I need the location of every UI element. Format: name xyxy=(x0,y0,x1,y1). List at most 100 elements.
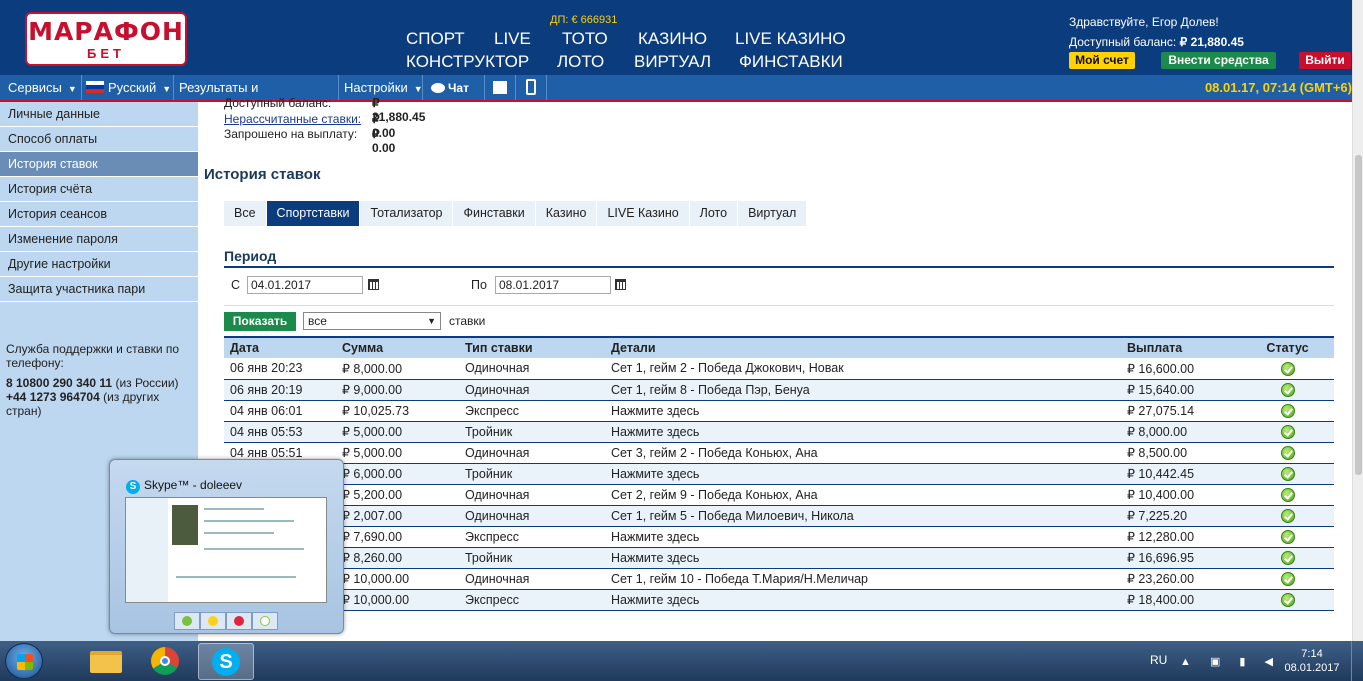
cell-details[interactable]: Нажмите здесь xyxy=(605,547,1121,569)
tab-virtual[interactable]: Виртуал xyxy=(738,201,808,226)
tray-clock[interactable]: 7:14 08.01.2017 xyxy=(1282,647,1342,675)
mobile-version-button[interactable] xyxy=(516,75,547,100)
tab-casino[interactable]: Казино xyxy=(535,201,598,226)
check-circle-icon xyxy=(1280,424,1295,439)
skype-window-preview[interactable]: S Skype™ - doleeev xyxy=(109,459,344,634)
col-bet-type: Тип ставки xyxy=(459,336,605,358)
cell-bet-type: Экспресс xyxy=(459,526,605,548)
taskbar-chrome[interactable] xyxy=(138,643,194,680)
sidebar-item-payment-method[interactable]: Способ оплаты xyxy=(0,127,198,152)
tab-all[interactable]: Все xyxy=(224,201,267,226)
page-scrollbar[interactable] xyxy=(1352,0,1363,641)
cell-details[interactable]: Нажмите здесь xyxy=(605,463,1121,485)
nav-casino[interactable]: КАЗИНО xyxy=(638,29,707,49)
deposit-button[interactable]: Внести средства xyxy=(1161,52,1276,69)
table-row[interactable]: 06 янв 20:19 ₽ 9,000.00 Одиночная Сет 1, ге… xyxy=(224,379,1334,401)
taskbar-skype[interactable]: S xyxy=(198,643,254,680)
sidebar-item-bettor-protection[interactable]: Защита участника пари xyxy=(0,277,198,302)
cell-amount: ₽ 5,200.00 xyxy=(336,484,459,506)
cell-bet-type: Тройник xyxy=(459,463,605,485)
support-phone-russia: 8 10800 290 340 11 (из России) xyxy=(6,376,179,390)
cell-payout: ₽ 18,400.00 xyxy=(1121,589,1241,611)
sidebar-item-session-history[interactable]: История сеансов xyxy=(0,202,198,227)
cell-payout: ₽ 7,225.20 xyxy=(1121,505,1241,527)
my-account-button[interactable]: Мой счет xyxy=(1069,52,1135,69)
nav-virtual[interactable]: ВИРТУАЛ xyxy=(634,52,711,72)
marathonbet-logo[interactable]: МАРАФОН БЕТ xyxy=(25,12,187,66)
table-row[interactable]: ₽ 8,260.00 Тройник Нажмите здесь ₽ 16,696.9… xyxy=(224,547,1334,569)
nav-sport[interactable]: СПОРТ xyxy=(406,29,465,49)
to-date-input[interactable]: 08.01.2017 xyxy=(495,276,611,294)
show-desktop-button[interactable] xyxy=(1351,641,1363,681)
skype-thumbnail[interactable] xyxy=(125,497,327,603)
col-details: Детали xyxy=(605,336,1121,358)
tab-sport-bets[interactable]: Спортставки xyxy=(266,201,361,226)
scrollbar-thumb[interactable] xyxy=(1355,155,1362,475)
tab-finbets[interactable]: Финставки xyxy=(453,201,536,226)
table-row[interactable]: ₽ 10,000.00 Одиночная Сет 1, гейм 10 - Поб… xyxy=(224,568,1334,590)
cell-payout: ₽ 12,280.00 xyxy=(1121,526,1241,548)
chat-button[interactable]: Чат xyxy=(423,75,485,100)
status-online-button[interactable] xyxy=(174,612,200,630)
taskbar-explorer[interactable] xyxy=(78,643,134,680)
nav-finbets[interactable]: ФИНСТАВКИ xyxy=(739,52,843,72)
cell-amount: ₽ 8,000.00 xyxy=(336,358,459,380)
tab-totalizator[interactable]: Тотализатор xyxy=(360,201,454,226)
table-row[interactable]: 04 янв 05:53 ₽ 5,000.00 Тройник Нажмите зде… xyxy=(224,421,1334,443)
table-row[interactable]: 04 янв 05:51 ₽ 5,000.00 Одиночная Сет 3, ге… xyxy=(224,442,1334,464)
tray-language[interactable]: RU xyxy=(1150,653,1167,667)
from-date-input[interactable]: 04.01.2017 xyxy=(247,276,363,294)
cell-details: Сет 2, гейм 9 - Победа Коньюх, Ана xyxy=(605,484,1121,506)
show-button[interactable]: Показать xyxy=(224,312,296,331)
bet-type-select[interactable]: все ▼ xyxy=(303,312,441,330)
tray-date: 08.01.2017 xyxy=(1284,662,1340,674)
table-row[interactable]: ₽ 2,007.00 Одиночная Сет 1, гейм 5 - Побед… xyxy=(224,505,1334,527)
sidebar-item-bet-history[interactable]: История ставок xyxy=(0,152,198,177)
cell-payout: ₽ 16,600.00 xyxy=(1121,358,1241,380)
status-away-button[interactable] xyxy=(200,612,226,630)
sidebar-item-personal-data[interactable]: Личные данные xyxy=(0,102,198,127)
sidebar-item-account-history[interactable]: История счёта xyxy=(0,177,198,202)
table-row[interactable]: ₽ 5,200.00 Одиночная Сет 2, гейм 9 - Побед… xyxy=(224,484,1334,506)
table-row[interactable]: 04 янв 06:01 ₽ 10,025.73 Экспресс Нажмите з… xyxy=(224,400,1334,422)
cell-details[interactable]: Нажмите здесь xyxy=(605,421,1121,443)
grid-view-button[interactable] xyxy=(485,75,516,100)
cell-details[interactable]: Нажмите здесь xyxy=(605,589,1121,611)
cell-payout: ₽ 27,075.14 xyxy=(1121,400,1241,422)
col-amount: Сумма xyxy=(336,336,459,358)
online-status-icon xyxy=(182,616,192,626)
sidebar-item-change-password[interactable]: Изменение пароля xyxy=(0,227,198,252)
cell-details[interactable]: Нажмите здесь xyxy=(605,400,1121,422)
cell-status xyxy=(1241,505,1334,527)
nav-toto[interactable]: ТОТО xyxy=(562,29,608,49)
language-menu[interactable]: Русский ▼ xyxy=(82,75,174,100)
table-row[interactable]: 06 янв 20:23 ₽ 8,000.00 Одиночная Сет 1, ге… xyxy=(224,358,1334,380)
logout-button[interactable]: Выйти xyxy=(1299,52,1351,69)
calendar-icon[interactable] xyxy=(368,279,379,290)
nav-live-casino[interactable]: LIVE КАЗИНО xyxy=(735,29,846,49)
nav-lotto[interactable]: ЛОТО xyxy=(557,52,604,72)
status-offline-button[interactable] xyxy=(252,612,278,630)
nav-constructor[interactable]: КОНСТРУКТОР xyxy=(406,52,529,72)
nav-live[interactable]: LIVE xyxy=(494,29,531,49)
cell-status xyxy=(1241,484,1334,506)
start-button[interactable] xyxy=(5,643,43,679)
tab-lotto[interactable]: Лото xyxy=(689,201,739,226)
calendar-icon[interactable] xyxy=(615,279,626,290)
status-busy-button[interactable] xyxy=(226,612,252,630)
tab-live-casino[interactable]: LIVE Казино xyxy=(597,201,690,226)
russian-flag-icon xyxy=(86,81,104,93)
table-row[interactable]: ₽ 7,690.00 Экспресс Нажмите здесь ₽ 12,280.… xyxy=(224,526,1334,548)
cell-payout: ₽ 8,500.00 xyxy=(1121,442,1241,464)
cell-details: Сет 1, гейм 8 - Победа Пэр, Бенуа xyxy=(605,379,1121,401)
services-menu[interactable]: Сервисы ▼ xyxy=(0,75,82,100)
table-row[interactable]: ₽ 10,000.00 Экспресс Нажмите здесь ₽ 18,400… xyxy=(224,589,1334,611)
sidebar-item-other-settings[interactable]: Другие настройки xyxy=(0,252,198,277)
cell-details[interactable]: Нажмите здесь xyxy=(605,526,1121,548)
tray-icons[interactable]: ▲ ▣ ▮ ◀ xyxy=(1180,655,1281,668)
check-circle-icon xyxy=(1280,445,1295,460)
chevron-down-icon: ▼ xyxy=(427,316,436,326)
table-row[interactable]: ₽ 6,000.00 Тройник Нажмите здесь ₽ 10,442.4… xyxy=(224,463,1334,485)
folder-icon xyxy=(90,651,122,673)
unsettled-bets-link[interactable]: Нерассчитанные ставки: xyxy=(224,112,361,126)
